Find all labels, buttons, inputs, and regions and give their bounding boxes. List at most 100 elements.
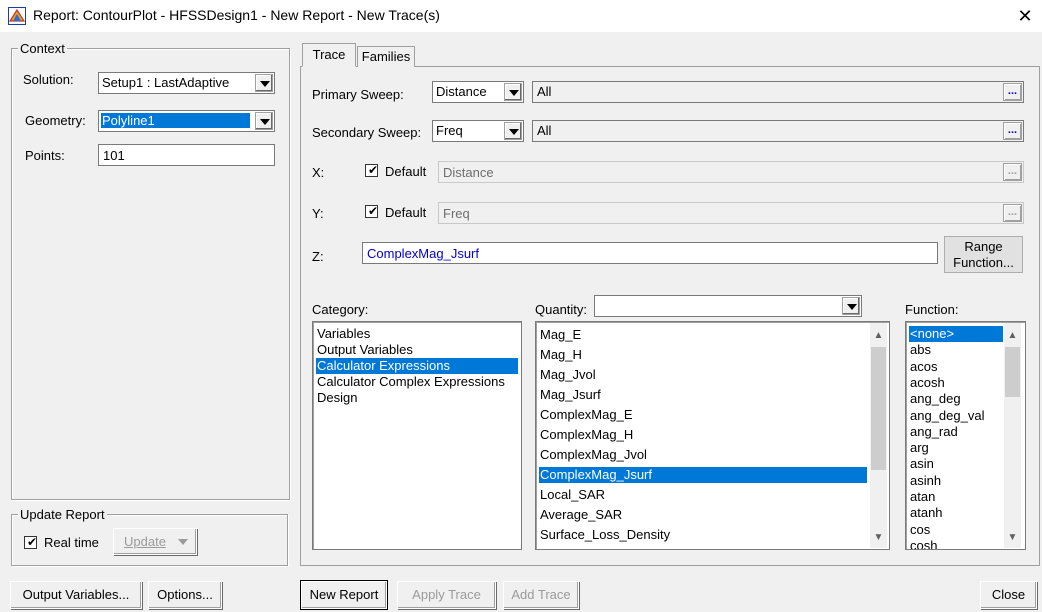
chevron-down-icon[interactable] [504, 83, 522, 101]
category-list[interactable]: Variables Output Variables Calculator Expr… [312, 321, 522, 550]
list-item[interactable]: cos [909, 522, 1003, 538]
y-default-checkbox[interactable]: ✔ [365, 205, 378, 218]
options-button[interactable]: Options... [148, 581, 222, 609]
points-label: Points: [25, 148, 65, 163]
tab-families[interactable]: Families [357, 46, 415, 67]
range-function-label-1: Range [964, 239, 1003, 254]
list-item[interactable]: atanh [909, 505, 1003, 521]
x-quantity-field[interactable]: Distance ... [438, 161, 1024, 183]
primary-sweep-edit-button[interactable]: ... [1003, 83, 1022, 101]
update-button[interactable]: Update [113, 528, 197, 555]
scroll-down-icon[interactable]: ▼ [1004, 529, 1021, 546]
realtime-checkbox[interactable]: ✔ [24, 536, 37, 549]
list-item[interactable]: ComplexMag_H [539, 427, 867, 443]
secondary-sweep-range[interactable]: All ... [532, 120, 1024, 142]
function-scroll-thumb[interactable] [1005, 347, 1020, 397]
list-item[interactable]: acos [909, 359, 1003, 375]
secondary-sweep-dropdown[interactable]: Freq [432, 120, 524, 142]
apply-trace-button[interactable]: Apply Trace [397, 581, 496, 609]
tab-families-label: Families [361, 49, 411, 64]
check-icon: ✔ [368, 204, 379, 218]
list-item[interactable]: asin [909, 456, 1003, 472]
list-item[interactable]: arg [909, 440, 1003, 456]
chevron-down-icon[interactable] [255, 112, 273, 130]
z-quantity-value: ComplexMag_Jsurf [367, 246, 479, 261]
realtime-label: Real time [44, 535, 99, 550]
add-trace-button-label: Add Trace [511, 587, 571, 602]
z-quantity-field[interactable]: ComplexMag_Jsurf [362, 242, 938, 264]
list-item[interactable]: Local_SAR [539, 487, 867, 503]
list-item[interactable]: Surface_Loss_Density [539, 527, 867, 543]
close-icon[interactable]: ✕ [1012, 3, 1038, 29]
list-item[interactable]: Output Variables [316, 342, 518, 358]
range-function-button[interactable]: Range Function... [944, 236, 1023, 273]
primary-sweep-range-value: All [537, 84, 552, 99]
app-logo-icon [8, 7, 26, 25]
list-item[interactable]: ComplexMag_Jsurf [539, 467, 867, 483]
list-item[interactable]: Mag_Jsurf [539, 387, 867, 403]
points-input[interactable]: 101 [98, 144, 275, 166]
solution-label: Solution: [23, 72, 74, 87]
title-bar: Report: ContourPlot - HFSSDesign1 - New … [0, 0, 1042, 32]
close-button[interactable]: Close [980, 581, 1037, 609]
output-variables-button-label: Output Variables... [22, 587, 130, 602]
new-report-button-label: New Report [309, 587, 379, 602]
primary-sweep-range[interactable]: All ... [532, 81, 1024, 103]
list-item[interactable]: Mag_Jvol [539, 367, 867, 383]
new-report-button[interactable]: New Report [300, 580, 388, 610]
tab-trace-label: Trace [312, 47, 346, 62]
window-title: Report: ContourPlot - HFSSDesign1 - New … [33, 7, 440, 23]
list-item[interactable]: ComplexMag_Jvol [539, 447, 867, 463]
x-quantity-value: Distance [443, 165, 494, 180]
quantity-scroll-thumb[interactable] [871, 347, 886, 470]
y-default-label: Default [385, 205, 427, 220]
list-item[interactable]: Mag_H [539, 347, 867, 363]
chevron-down-icon[interactable] [504, 122, 522, 140]
quantity-label: Quantity: [535, 302, 588, 317]
x-default-label: Default [385, 164, 427, 179]
geometry-label: Geometry: [25, 113, 86, 128]
solution-dropdown[interactable]: Setup1 : LastAdaptive [98, 72, 275, 94]
list-item[interactable]: cosh [909, 538, 1003, 549]
scroll-up-icon[interactable]: ▲ [870, 327, 887, 344]
list-item[interactable]: acosh [909, 375, 1003, 391]
list-item[interactable]: asinh [909, 473, 1003, 489]
quantity-scrollbar[interactable]: ▲ ▼ [870, 323, 887, 548]
list-item[interactable]: abs [909, 342, 1003, 358]
points-value: 101 [103, 148, 125, 163]
x-edit-button[interactable]: ... [1003, 163, 1022, 181]
list-item[interactable]: <none> [909, 326, 1003, 342]
chevron-down-icon[interactable] [255, 74, 273, 92]
output-variables-button[interactable]: Output Variables... [10, 581, 142, 609]
list-item[interactable]: Variables [316, 326, 518, 342]
function-scrollbar[interactable]: ▲ ▼ [1004, 323, 1021, 548]
list-item[interactable]: ang_deg [909, 391, 1003, 407]
z-label: Z: [312, 249, 324, 264]
chevron-down-icon[interactable] [842, 297, 860, 315]
quantity-filter-dropdown[interactable] [594, 295, 862, 317]
geometry-dropdown[interactable]: Polyline1 [98, 110, 275, 132]
x-default-checkbox[interactable]: ✔ [365, 164, 378, 177]
y-quantity-field[interactable]: Freq ... [438, 202, 1024, 224]
list-item[interactable]: Calculator Complex Expressions [316, 374, 518, 390]
list-item[interactable]: Design [316, 390, 518, 406]
primary-sweep-dropdown[interactable]: Distance [432, 81, 524, 103]
update-button-label: Update [124, 534, 166, 549]
list-item[interactable]: atan [909, 489, 1003, 505]
y-edit-button[interactable]: ... [1003, 204, 1022, 222]
add-trace-button[interactable]: Add Trace [503, 581, 579, 609]
quantity-list[interactable]: Mag_E Mag_H Mag_Jvol Mag_Jsurf ComplexMag_E C… [535, 321, 890, 550]
list-item[interactable]: ang_deg_val [909, 408, 1003, 424]
scroll-down-icon[interactable]: ▼ [870, 529, 887, 546]
tab-trace[interactable]: Trace [302, 43, 356, 67]
list-item[interactable]: ComplexMag_E [539, 407, 867, 423]
list-item[interactable]: Average_SAR [539, 507, 867, 523]
list-item[interactable]: Calculator Expressions [316, 358, 518, 374]
list-item[interactable]: ang_rad [909, 424, 1003, 440]
scroll-up-icon[interactable]: ▲ [1004, 327, 1021, 344]
y-label: Y: [312, 206, 324, 221]
solution-value: Setup1 : LastAdaptive [102, 75, 230, 90]
secondary-sweep-edit-button[interactable]: ... [1003, 122, 1022, 140]
list-item[interactable]: Mag_E [539, 327, 867, 343]
close-button-label: Close [991, 587, 1026, 602]
